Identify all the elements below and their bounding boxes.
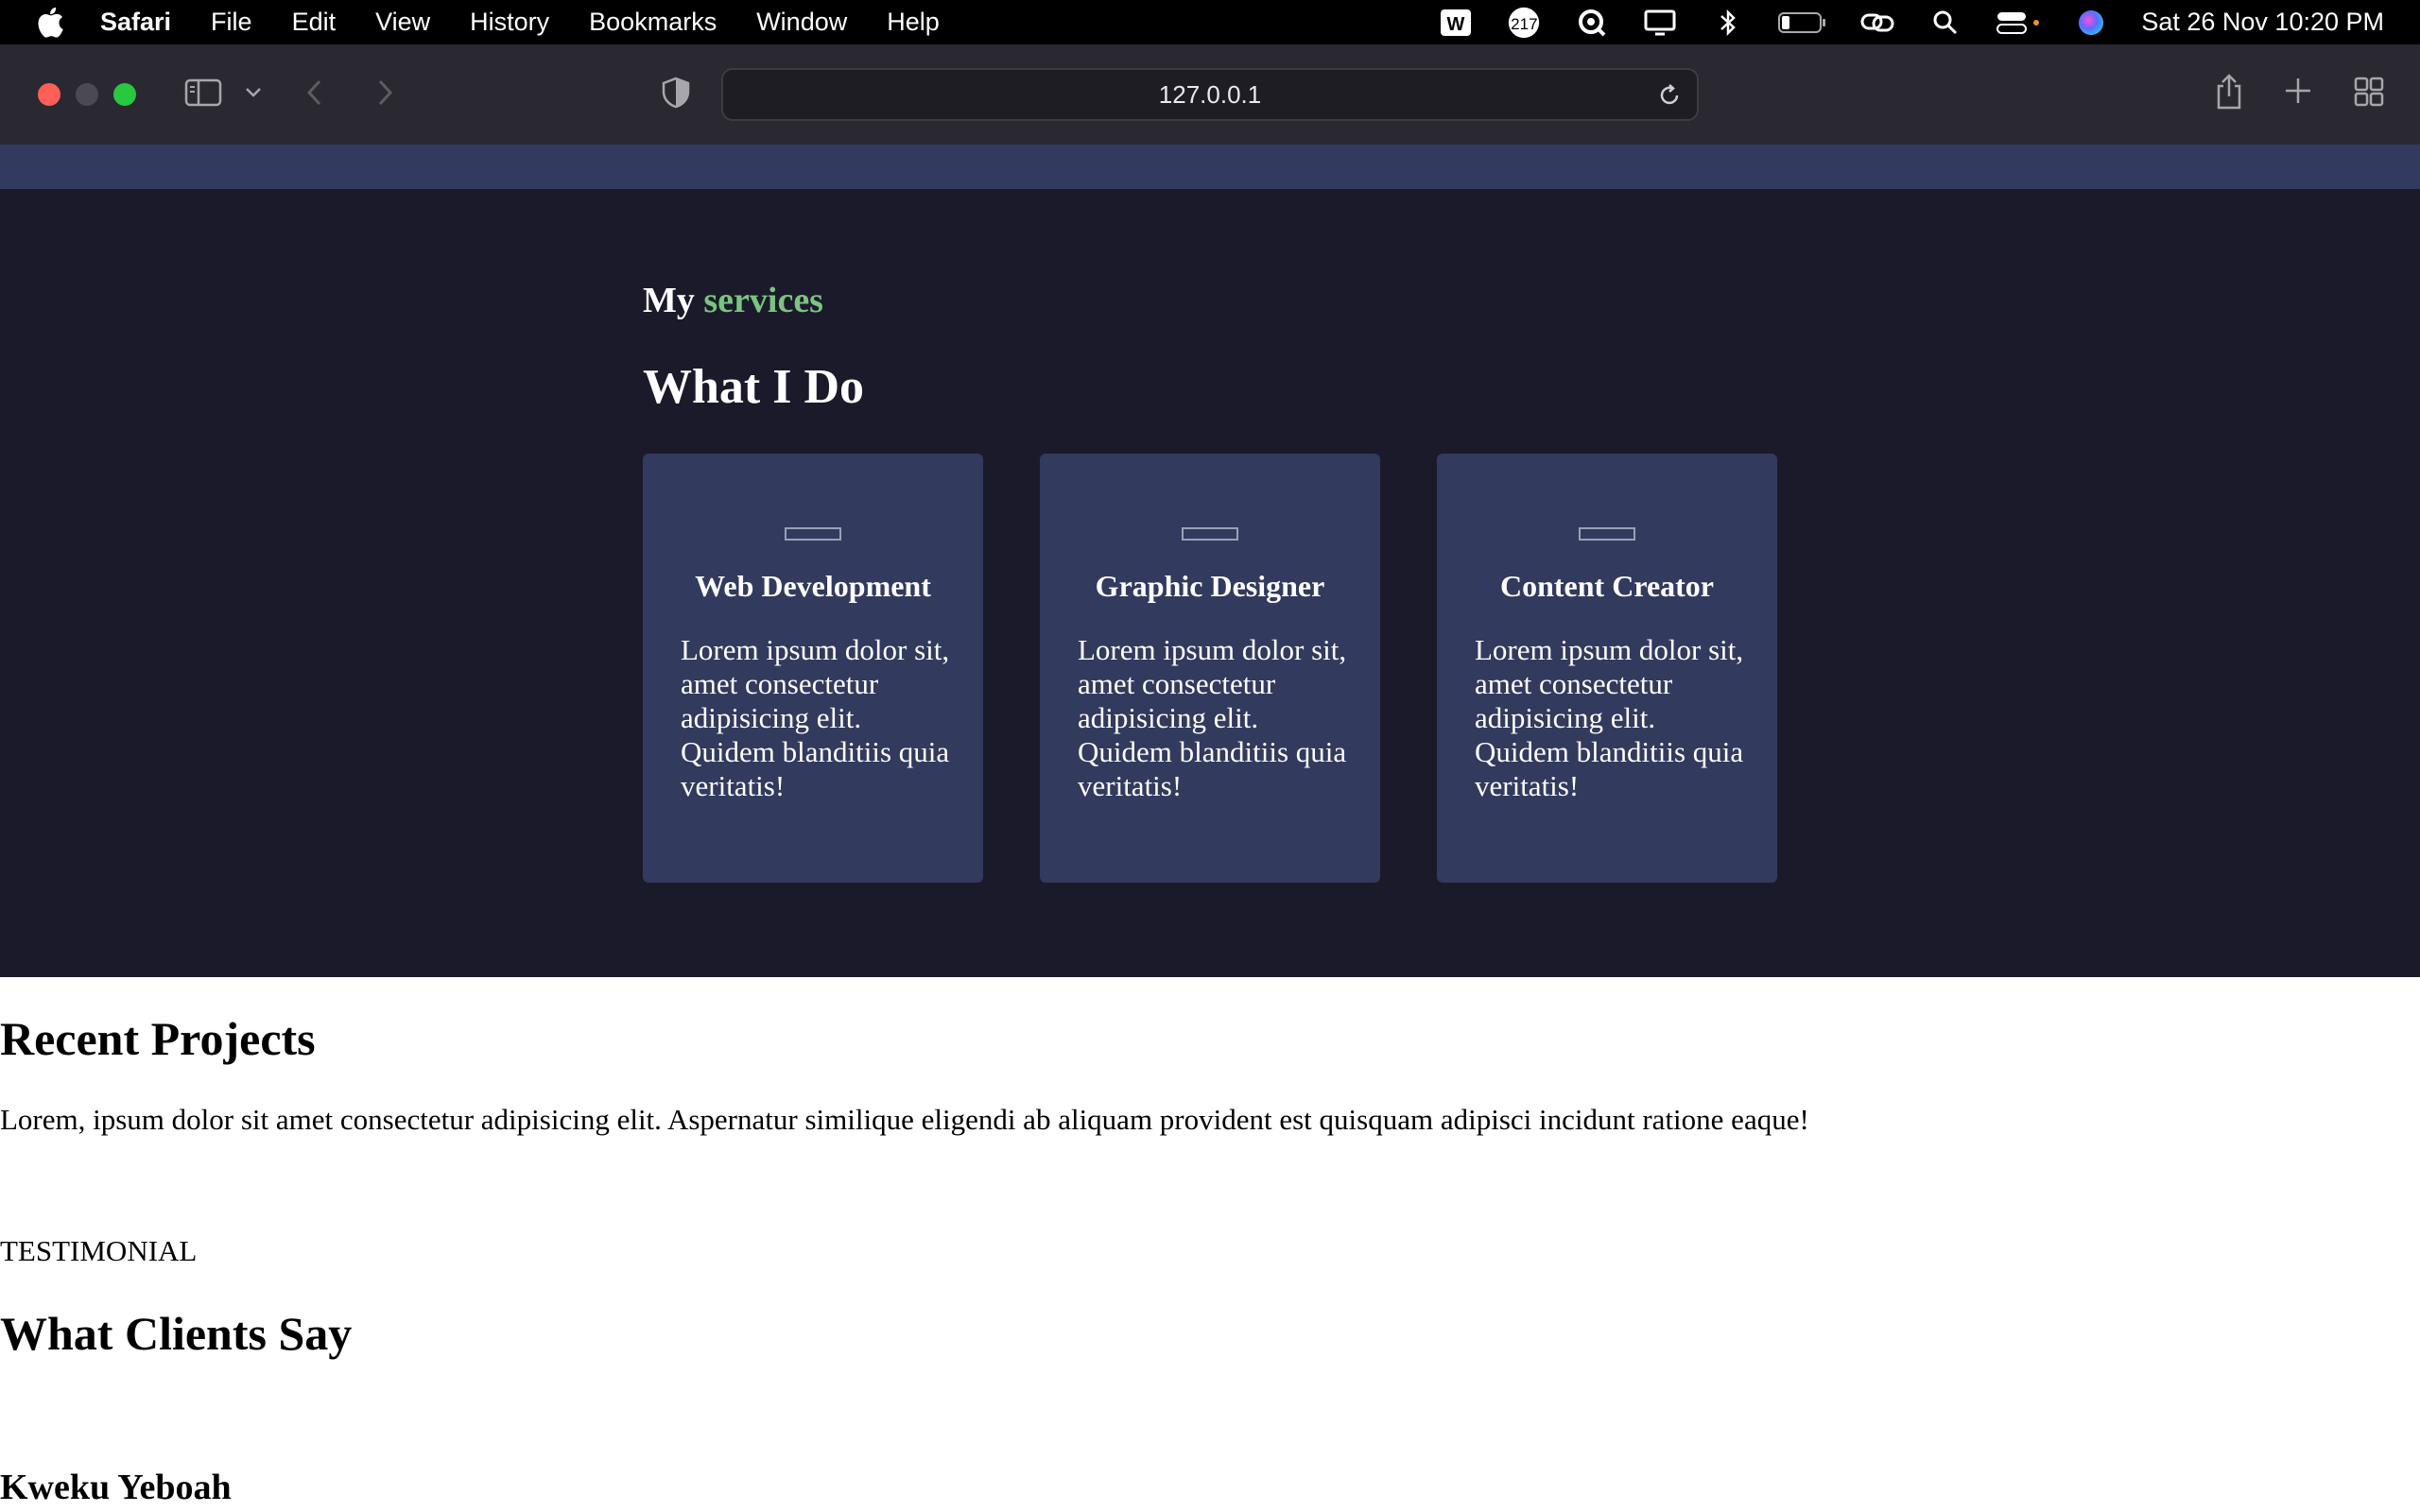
menu-edit[interactable]: Edit	[292, 8, 337, 37]
menu-file[interactable]: File	[211, 8, 252, 37]
services-subtitle: My services	[643, 280, 823, 321]
service-card-title: Content Creator	[1499, 569, 1714, 603]
testimonial-client-name: Kweku Yeboah	[0, 1468, 232, 1507]
search-alt-icon[interactable]	[1574, 7, 1610, 39]
services-subtitle-prefix: My	[643, 281, 695, 320]
service-card-title: Graphic Designer	[1095, 569, 1325, 603]
testimonial-heading: What Clients Say	[0, 1307, 353, 1360]
page-top-band	[0, 145, 2420, 189]
new-tab-icon[interactable]	[2284, 77, 2312, 105]
reload-icon[interactable]	[1657, 83, 1682, 108]
service-card-description: Lorem ipsum dolor sit, amet consectetur …	[681, 633, 950, 802]
services-heading: What I Do	[643, 360, 865, 414]
service-card-description: Lorem ipsum dolor sit, amet consectetur …	[1078, 633, 1347, 802]
service-card-title: Web Development	[695, 569, 931, 603]
menu-history[interactable]: History	[470, 8, 549, 37]
menu-window[interactable]: Window	[756, 8, 847, 37]
menu-help[interactable]: Help	[887, 8, 940, 37]
service-card-graphic-designer: Graphic Designer Lorem ipsum dolor sit, …	[1040, 454, 1380, 883]
menu-bookmarks[interactable]: Bookmarks	[589, 8, 717, 37]
maximize-window-button[interactable]	[113, 83, 136, 106]
link-icon[interactable]	[1859, 7, 1895, 39]
display-icon[interactable]	[1642, 7, 1678, 39]
broken-image-icon	[1182, 527, 1238, 541]
service-card-description: Lorem ipsum dolor sit, amet consectetur …	[1475, 633, 1744, 802]
menubar-clock[interactable]: Sat 26 Nov 10:20 PM	[2141, 8, 2384, 37]
svg-text:W: W	[1447, 14, 1465, 35]
control-center-icon[interactable]	[1996, 7, 2041, 39]
browser-toolbar: 127.0.0.1	[0, 44, 2420, 145]
forward-arrow-icon[interactable]	[374, 78, 395, 107]
chevron-down-icon[interactable]	[244, 86, 263, 99]
spotlight-search-icon[interactable]	[1927, 7, 1963, 39]
broken-image-icon	[785, 527, 841, 541]
projects-heading: Recent Projects	[0, 1012, 316, 1065]
notification-count: 217	[1511, 14, 1538, 33]
back-arrow-icon[interactable]	[304, 78, 325, 107]
notification-count-icon[interactable]: 217	[1506, 7, 1542, 39]
projects-text: Lorem, ipsum dolor sit amet consectetur …	[0, 1103, 1809, 1136]
service-card-web-development: Web Development Lorem ipsum dolor sit, a…	[643, 454, 983, 883]
menu-bar: Safari File Edit View History Bookmarks …	[0, 0, 2420, 44]
privacy-shield-icon[interactable]	[660, 77, 692, 109]
close-window-button[interactable]	[38, 83, 60, 106]
services-subtitle-accent: services	[703, 281, 823, 320]
service-cards: Web Development Lorem ipsum dolor sit, a…	[643, 454, 1777, 883]
service-card-content-creator: Content Creator Lorem ipsum dolor sit, a…	[1437, 454, 1777, 883]
share-icon[interactable]	[2214, 73, 2244, 111]
siri-icon[interactable]	[2073, 7, 2109, 39]
address-bar-url: 127.0.0.1	[1158, 79, 1262, 109]
services-section: My services What I Do Web Development Lo…	[0, 189, 2420, 977]
broken-image-icon	[1579, 527, 1635, 541]
menu-app-name[interactable]: Safari	[100, 8, 171, 37]
minimize-window-button[interactable]	[76, 83, 98, 106]
menu-view[interactable]: View	[375, 8, 430, 37]
tab-overview-icon[interactable]	[2354, 77, 2384, 107]
bluetooth-icon[interactable]	[1710, 7, 1746, 39]
battery-icon[interactable]	[1778, 7, 1827, 39]
word-app-icon[interactable]: W	[1438, 7, 1474, 39]
testimonial-label: TESTIMONIAL	[0, 1234, 198, 1267]
apple-icon[interactable]	[36, 6, 64, 38]
address-bar[interactable]: 127.0.0.1	[721, 68, 1699, 121]
sidebar-toggle-icon[interactable]	[184, 77, 222, 108]
